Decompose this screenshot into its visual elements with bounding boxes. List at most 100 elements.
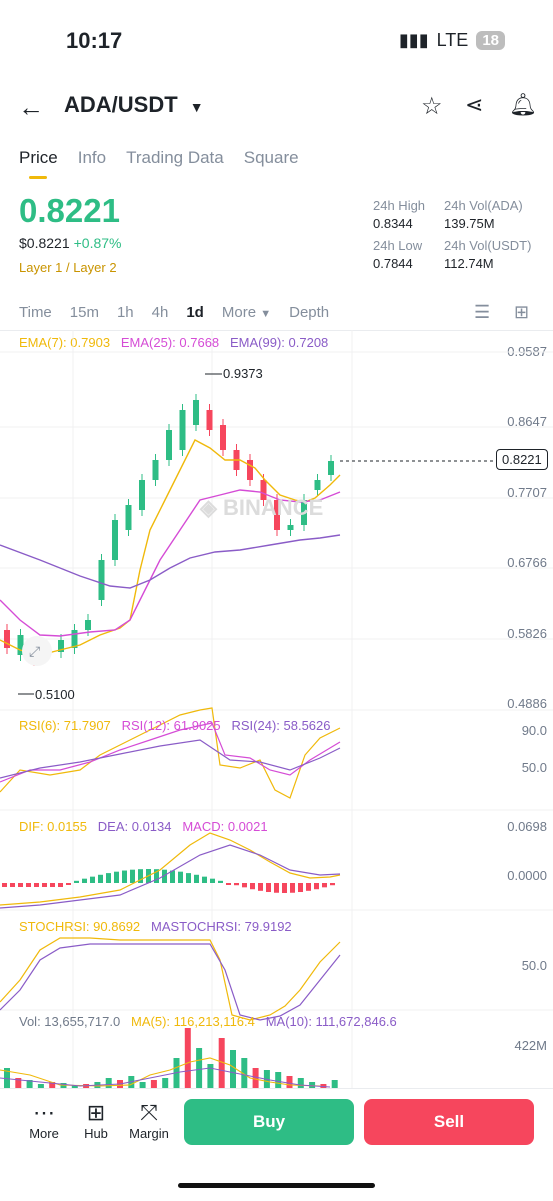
macd-bar — [26, 883, 31, 887]
ema7-line — [0, 439, 341, 656]
macd-bar — [306, 883, 311, 891]
margin-icon: ⤧ — [140, 1100, 158, 1125]
ema99-line — [0, 534, 341, 589]
interval-more[interactable]: More ▼ — [222, 304, 271, 321]
sell-button[interactable]: Sell — [364, 1099, 534, 1145]
candle-body — [139, 480, 145, 510]
tab-price[interactable]: Price — [19, 148, 58, 179]
vol-ma5-label: MA(5): 116,213,116.4 — [131, 1014, 255, 1029]
macd-bar — [10, 883, 15, 887]
tab-bar: Price Info Trading Data Square — [19, 148, 299, 179]
stochrsi-label: STOCHRSI: 90.8692 — [19, 919, 141, 934]
category-tag[interactable]: Layer 1 / Layer 2 — [19, 260, 117, 275]
signal-icon: ▮▮▮ — [398, 30, 429, 50]
candle-body — [98, 560, 105, 600]
candle-body — [85, 620, 91, 630]
macd-bar — [290, 883, 295, 893]
star-icon[interactable]: ☆ — [421, 92, 443, 121]
stat-value: 112.74M — [444, 256, 494, 271]
candle-body — [328, 461, 334, 475]
candle-body — [152, 460, 159, 480]
volume-bar — [162, 1078, 169, 1088]
volume-bar — [331, 1080, 338, 1088]
price-usd-row: $0.8221 +0.87% — [19, 235, 121, 251]
mastochrsi-label: MASTOCHRSI: 79.9192 — [151, 919, 292, 934]
stoch-legend: STOCHRSI: 90.8692 MASTOCHRSI: 79.9192 — [19, 919, 292, 934]
volume-bar — [196, 1048, 203, 1088]
kline-chart[interactable]: 0.9373 0.5100 ⤢ ◈ BINANCE — [0, 330, 553, 1088]
macd-bar — [66, 883, 71, 885]
rsi24-label: RSI(24): 58.5626 — [231, 718, 331, 733]
interval-time[interactable]: Time — [19, 304, 52, 321]
low-marker-label: 0.5100 — [35, 687, 75, 702]
tab-square[interactable]: Square — [244, 148, 299, 168]
macd-bar — [242, 883, 247, 888]
candle-body — [206, 410, 213, 430]
volume-legend: Vol: 13,655,717.0 MA(5): 116,213,116.4 M… — [19, 1014, 397, 1029]
candle-body — [247, 460, 253, 480]
hub-icon: ⊞ — [86, 1100, 106, 1125]
macd-bar — [114, 871, 119, 883]
macd-bar — [258, 883, 263, 891]
watermark-logo: ◈ BINANCE — [199, 495, 323, 520]
stat-label: 24h High — [373, 198, 426, 213]
volume-bar — [230, 1050, 236, 1088]
macd-bar — [122, 870, 127, 883]
status-bar-right: ▮▮▮ LTE 18 — [399, 30, 505, 51]
interval-depth[interactable]: Depth — [289, 304, 329, 321]
indicator-settings-icon[interactable]: ☰ — [474, 302, 490, 323]
share-icon[interactable]: ⋖ — [465, 92, 483, 118]
dif-label: DIF: 0.0155 — [19, 819, 87, 834]
hub-button[interactable]: ⊞ Hub — [71, 1100, 121, 1141]
tab-info[interactable]: Info — [78, 148, 106, 168]
rsi-legend: RSI(6): 71.7907 RSI(12): 61.9025 RSI(24)… — [19, 718, 331, 733]
macd-bar — [274, 883, 279, 893]
rsi12-label: RSI(12): 61.9025 — [121, 718, 221, 733]
stat-value: 0.7844 — [373, 256, 413, 271]
macd-bar — [266, 883, 271, 893]
vol-ma10-label: MA(10): 111,672,846.6 — [265, 1014, 397, 1029]
macd-bar — [42, 883, 47, 887]
rsi-axis-label: 50.0 — [521, 760, 547, 775]
candle-body — [314, 480, 321, 490]
macd-bar — [178, 871, 183, 883]
candle-body — [166, 430, 172, 460]
candle-body — [287, 525, 294, 530]
candle-body — [193, 400, 199, 425]
macd-bar — [130, 869, 135, 883]
interval-more-label: More — [221, 304, 257, 321]
vol-label: Vol: 13,655,717.0 — [19, 1014, 121, 1029]
vol-ma5-line — [0, 1057, 321, 1087]
tab-trading-data[interactable]: Trading Data — [126, 148, 224, 168]
interval-15m[interactable]: 15m — [70, 304, 99, 321]
macd-bar — [322, 883, 327, 888]
expand-chart-glyph: ⤢ — [29, 643, 40, 659]
margin-button[interactable]: ⤧ Margin — [124, 1100, 174, 1141]
grid-layout-icon[interactable]: ⊞ — [514, 302, 529, 323]
macd-bar — [226, 883, 231, 885]
battery-icon: 18 — [476, 31, 505, 50]
interval-4h[interactable]: 4h — [152, 304, 169, 321]
status-time: 10:17 — [66, 28, 123, 53]
candle-body — [220, 425, 226, 450]
back-arrow-icon[interactable]: ← — [18, 92, 44, 123]
rsi-axis-label: 90.0 — [521, 723, 547, 738]
macd-bar — [18, 883, 23, 887]
price-usd: $0.8221 — [19, 235, 70, 251]
stat-24h-vol-quote: 24h Vol(USDT) 112.74M — [444, 238, 531, 271]
stochrsi-line — [0, 937, 341, 1021]
stat-24h-low: 24h Low 0.7844 — [373, 238, 422, 271]
interval-1d[interactable]: 1d — [186, 304, 204, 321]
rsi6-label: RSI(6): 71.7907 — [19, 718, 111, 733]
macd-axis-label: 0.0000 — [507, 868, 547, 883]
macd-axis-label: 0.0698 — [507, 819, 547, 834]
bell-icon[interactable]: 🔔︎ — [509, 92, 537, 118]
high-marker-label: 0.9373 — [223, 366, 263, 381]
macd-bar — [34, 883, 39, 887]
interval-1h[interactable]: 1h — [117, 304, 134, 321]
macd-bar — [218, 880, 223, 883]
more-button[interactable]: ⋯ More — [19, 1100, 69, 1141]
buy-button[interactable]: Buy — [184, 1099, 354, 1145]
rsi24-line — [0, 739, 341, 779]
pair-title[interactable]: ADA/USDT ▼ — [64, 92, 204, 118]
